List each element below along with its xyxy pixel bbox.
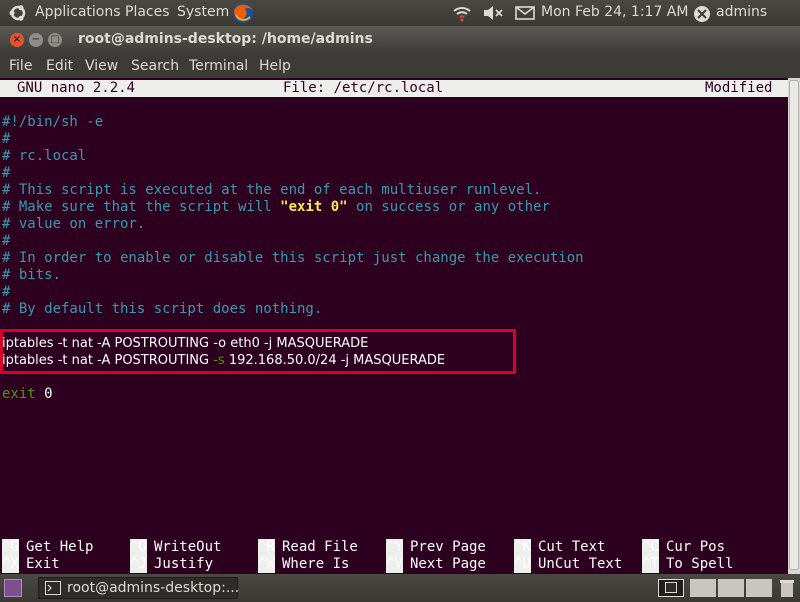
shortcut-label[interactable]: Where Is (282, 556, 349, 573)
workspace-3[interactable] (718, 579, 744, 597)
shortcut-key[interactable]: ^O (130, 539, 147, 556)
code-line: # (2, 284, 11, 300)
shortcut-key[interactable]: ^X (2, 556, 19, 573)
shortcut-label[interactable]: Get Help (26, 539, 93, 556)
clock[interactable]: Mon Feb 24, 1:17 AM (541, 4, 688, 20)
firefox-icon[interactable] (231, 1, 255, 29)
code-line: # value on error. (2, 216, 146, 232)
shortcut-key[interactable]: ^G (2, 539, 19, 556)
window-title: root@admins-desktop: /home/admins (78, 31, 373, 47)
close-window-icon[interactable]: × (10, 33, 24, 47)
shortcut-key[interactable]: ^C (642, 539, 659, 556)
menu-terminal[interactable]: Terminal (189, 58, 248, 74)
exit-code: 0 (35, 386, 53, 402)
taskbar-item-terminal[interactable]: root@admins-desktop:... (38, 577, 240, 599)
user-menu[interactable]: admins (716, 4, 767, 20)
shortcut-label[interactable]: UnCut Text (538, 556, 622, 573)
volume-muted-icon[interactable] (482, 5, 504, 25)
menubar: File Edit View Search Terminal Help (0, 54, 800, 78)
window-titlebar[interactable]: × − □ root@admins-desktop: /home/admins (0, 26, 800, 54)
menu-edit[interactable]: Edit (46, 58, 73, 74)
code-line: # By default this script does nothing. (2, 301, 323, 317)
trash-icon[interactable] (778, 578, 796, 598)
places-menu[interactable]: Places (125, 4, 170, 20)
shortcut-label[interactable]: Prev Page (410, 539, 486, 556)
network-wifi-icon[interactable] (452, 4, 472, 26)
highlight-string: "exit 0" (280, 199, 348, 215)
ubuntu-logo-icon[interactable] (8, 3, 28, 27)
maximize-window-icon[interactable]: □ (48, 33, 62, 47)
highlight-annotation-box (0, 329, 516, 374)
comment-text: # Make sure that the script will (2, 199, 281, 215)
shortcut-label[interactable]: Read File (282, 539, 358, 556)
mail-icon[interactable] (515, 6, 535, 24)
shortcut-key[interactable]: ^J (130, 556, 147, 573)
code-line: #!/bin/sh -e (2, 114, 104, 130)
terminal-area[interactable] (0, 78, 788, 574)
menu-view[interactable]: View (85, 58, 118, 74)
applications-menu[interactable]: Applications (35, 4, 121, 20)
shortcut-key[interactable]: ^T (642, 556, 659, 573)
nano-modified-status: Modified (705, 80, 773, 96)
terminal-icon (45, 581, 61, 599)
nano-filename: File: /etc/rc.local (283, 80, 444, 96)
show-desktop-icon[interactable] (4, 579, 22, 597)
nano-version: GNU nano 2.2.4 (17, 80, 136, 96)
shortcut-key[interactable]: ^Y (386, 539, 403, 556)
code-line: # (2, 165, 11, 181)
nano-header: GNU nano 2.2.4 File: /etc/rc.local Modif… (0, 80, 788, 97)
shortcut-key[interactable]: ^W (258, 556, 275, 573)
taskbar-item-label: root@admins-desktop:... (67, 580, 240, 596)
shortcut-key[interactable]: ^K (514, 539, 531, 556)
workspace-1[interactable] (658, 579, 684, 597)
shortcut-label[interactable]: Exit (26, 556, 60, 573)
bottom-panel: root@admins-desktop:... (0, 574, 800, 602)
top-panel: Applications Places System Mon Feb 24, 1… (0, 0, 800, 26)
comment-text: on success or any other (347, 199, 550, 215)
code-line: # (2, 131, 11, 147)
system-menu[interactable]: System (177, 4, 229, 20)
menu-file[interactable]: File (9, 58, 32, 74)
shortcut-key[interactable]: ^V (386, 556, 403, 573)
shortcut-label[interactable]: WriteOut (154, 539, 221, 556)
code-line: # (2, 233, 11, 249)
workspace-4[interactable] (746, 579, 772, 597)
scrollbar-thumb[interactable] (789, 80, 799, 570)
code-line: # In order to enable or disable this scr… (2, 250, 584, 266)
menu-search[interactable]: Search (131, 58, 179, 74)
minimize-window-icon[interactable]: − (29, 33, 43, 47)
shortcut-key[interactable]: ^U (514, 556, 531, 573)
code-line: # rc.local (2, 148, 87, 164)
code-line: exit 0 (2, 386, 53, 403)
exit-keyword: exit (2, 386, 36, 402)
shortcut-key[interactable]: ^R (258, 539, 275, 556)
code-line: # Make sure that the script will "exit 0… (2, 199, 550, 216)
code-line: # bits. (2, 267, 62, 283)
shortcut-label[interactable]: Next Page (410, 556, 486, 573)
workspace-2[interactable] (690, 579, 716, 597)
code-line: # This script is executed at the end of … (2, 182, 542, 198)
session-icon[interactable] (693, 5, 711, 27)
shortcut-label[interactable]: To Spell (666, 556, 733, 573)
shortcut-label[interactable]: Cur Pos (666, 539, 725, 556)
menu-help[interactable]: Help (259, 58, 291, 74)
shortcut-label[interactable]: Justify (154, 556, 213, 573)
shortcut-label[interactable]: Cut Text (538, 539, 605, 556)
